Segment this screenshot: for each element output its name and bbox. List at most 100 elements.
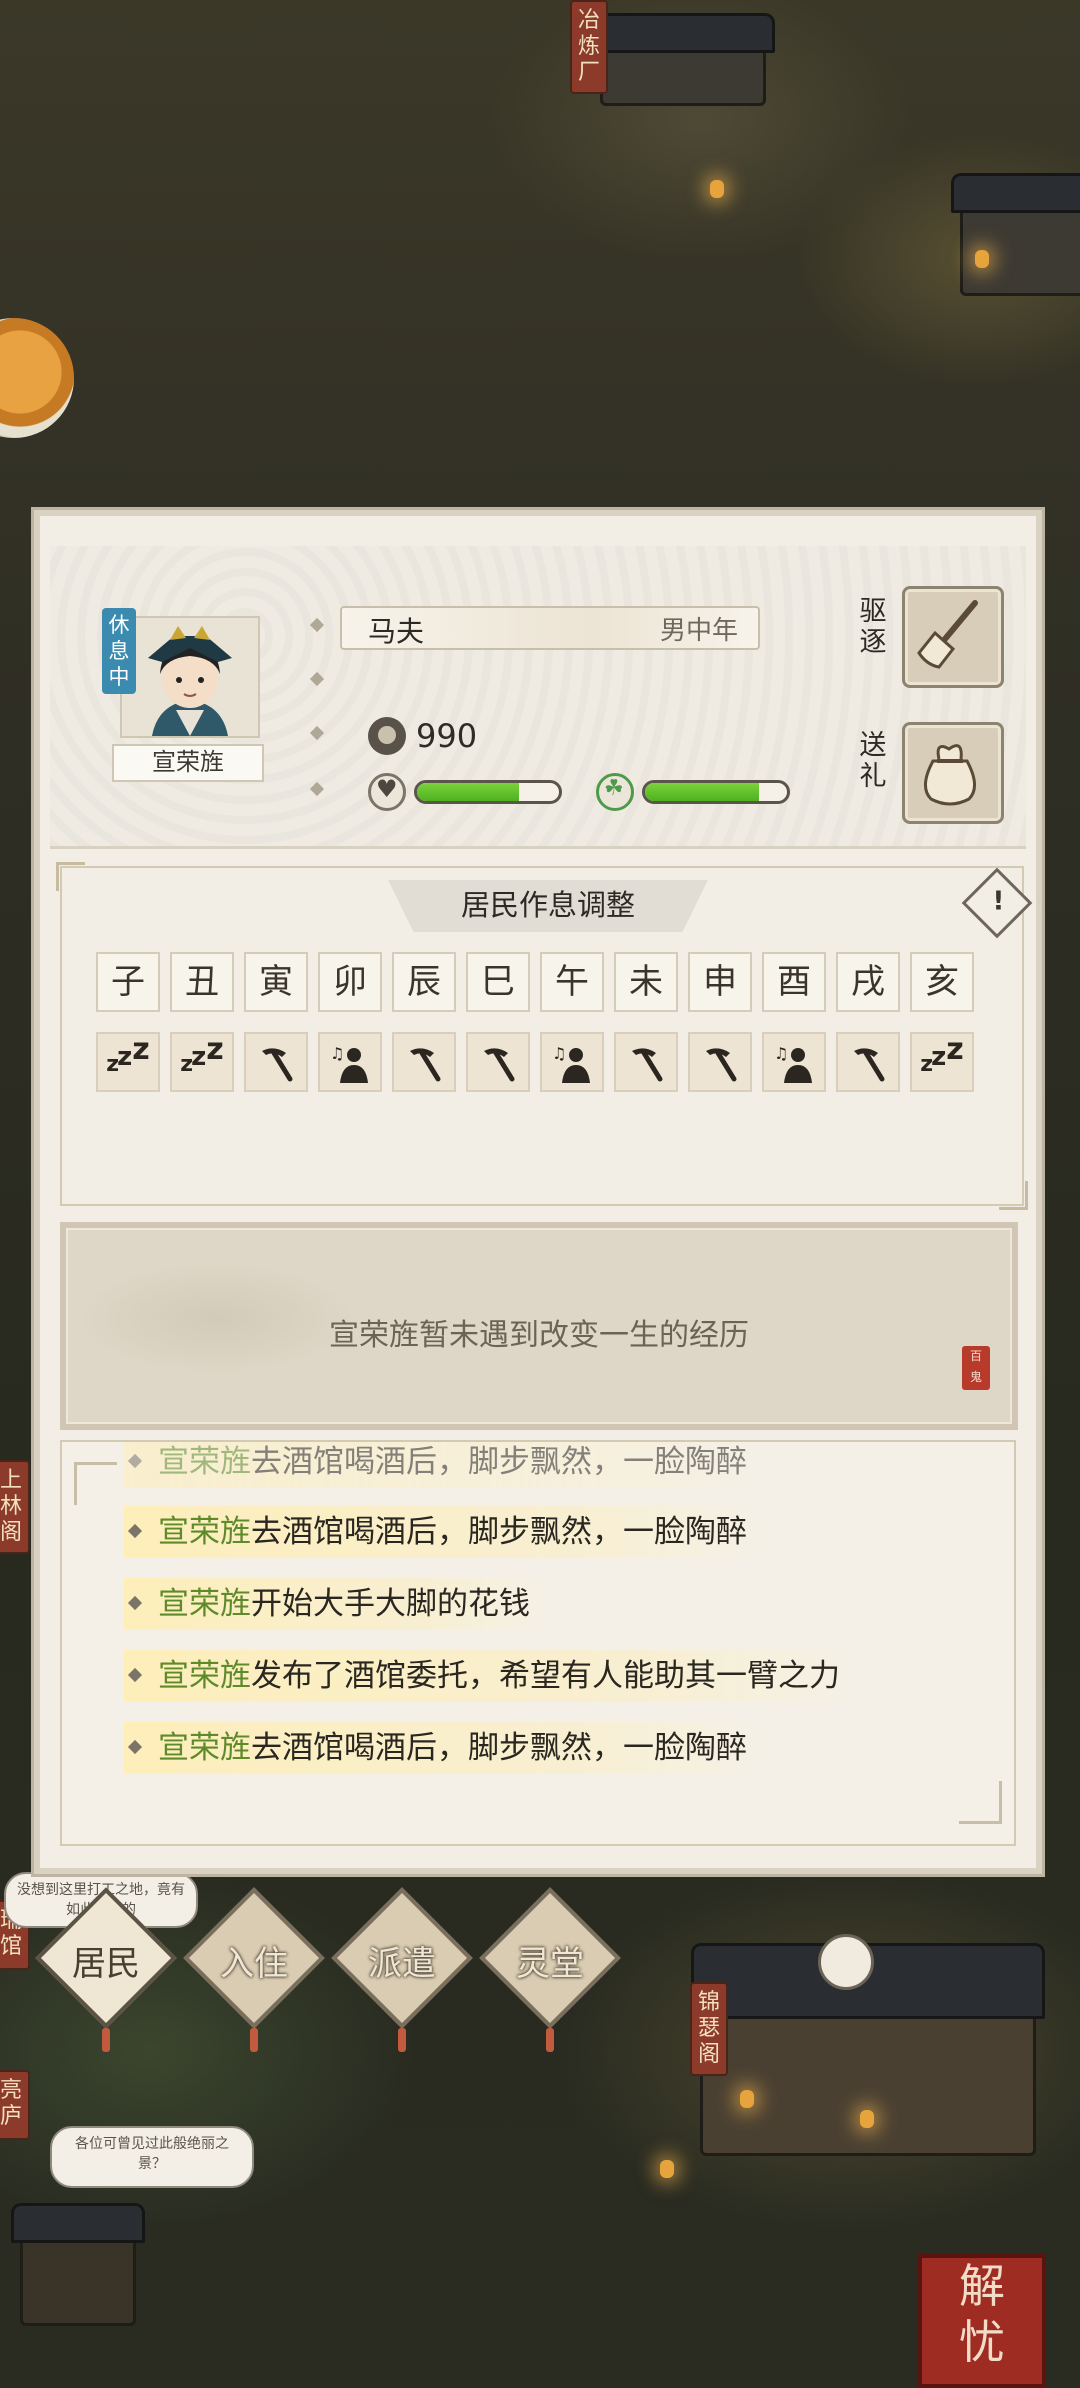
log-entry-name: 宣荣旌: [158, 1730, 251, 1766]
pavilion-building[interactable]: [11, 2203, 145, 2326]
corner-ornament: [959, 1781, 1002, 1824]
schedule-section: 居民作息调整 ! 子丑寅卯辰巳午未申酉戌亥 zzz zzz ♫ ♫ ♫ zzz: [56, 862, 1033, 1210]
work-icon[interactable]: [244, 1032, 308, 1092]
resident-panel: 休息中 宣荣旌 马夫 男中年 990 ♥ ☘ 驱 逐 送 礼 居民作息调整 ! …: [34, 510, 1042, 1874]
lantern-icon: [710, 180, 724, 198]
job-field: 马夫 男中年: [340, 606, 760, 650]
log-entry-text: 去酒馆喝酒后，脚步飘然，一脸陶醉: [251, 1514, 747, 1550]
log-entry-text: 发布了酒馆委托，希望有人能助其一臂之力: [251, 1658, 840, 1694]
work-icon[interactable]: [614, 1032, 678, 1092]
sleep-icon[interactable]: zzz: [910, 1032, 974, 1092]
job-name: 马夫: [368, 615, 425, 648]
gold-row: 990: [368, 716, 477, 756]
mood-bar-fill: [417, 783, 520, 801]
leisure-icon[interactable]: ♫: [762, 1032, 826, 1092]
warning-glyph: !: [992, 886, 1005, 917]
log-entry: 宣荣旌去酒馆喝酒后，脚步飘然，一脸陶醉: [124, 1442, 767, 1488]
tab-label[interactable]: 入住: [184, 1936, 324, 1985]
tab-label[interactable]: 派遣: [332, 1936, 472, 1985]
hour-cell: 辰: [392, 952, 456, 1012]
bullet-icon: [309, 671, 325, 687]
hour-cell: 申: [688, 952, 752, 1012]
smelter-building[interactable]: [591, 13, 775, 106]
sign-shanglin: 上林阁: [0, 1460, 30, 1554]
jieyou-button[interactable]: 解忧: [918, 2254, 1046, 2388]
leisure-icon[interactable]: ♫: [540, 1032, 604, 1092]
leisure-icon[interactable]: ♫: [318, 1032, 382, 1092]
status-badge: 休息中: [102, 608, 136, 694]
log-entry-name: 宣荣旌: [158, 1586, 251, 1622]
work-icon[interactable]: [392, 1032, 456, 1092]
seal-stamp: 百鬼: [962, 1346, 990, 1390]
expel-label: 驱逐: [859, 596, 887, 658]
schedule-title: 居民作息调整: [388, 880, 708, 932]
bullet-icon: [309, 781, 325, 797]
hour-cell: 酉: [762, 952, 826, 1012]
log-entry: 宣荣旌发布了酒馆委托，希望有人能助其一臂之力: [124, 1650, 860, 1702]
broom-icon: [917, 600, 978, 669]
jinse-pavilion[interactable]: [691, 1943, 1045, 2156]
tassel-icon: [250, 2028, 258, 2052]
profile-section: 休息中 宣荣旌 马夫 男中年 990 ♥ ☘ 驱 逐 送 礼: [50, 546, 1026, 849]
bullet-icon: [309, 617, 325, 633]
tab-label[interactable]: 灵堂: [480, 1936, 620, 1985]
hour-cell: 子: [96, 952, 160, 1012]
tab-label[interactable]: 居民: [36, 1936, 176, 1985]
resident-name: 宣荣旌: [112, 744, 264, 782]
work-icon[interactable]: [466, 1032, 530, 1092]
svg-text:♫: ♫: [552, 1044, 566, 1063]
npc-speech-bubble: 各位可曾见过此般绝丽之景？: [50, 2126, 254, 2188]
log-entry: 宣荣旌去酒馆喝酒后，脚步飘然，一脸陶醉: [124, 1506, 767, 1558]
hour-cell: 未: [614, 952, 678, 1012]
health-bar-fill: [645, 783, 759, 801]
hour-cell: 卯: [318, 952, 382, 1012]
hour-cell: 丑: [170, 952, 234, 1012]
hour-cell: 巳: [466, 952, 530, 1012]
expel-button[interactable]: [902, 586, 1004, 688]
avatar[interactable]: [120, 616, 260, 738]
life-event-banner: 宣荣旌暂未遇到改变一生的经历 百鬼: [60, 1222, 1018, 1430]
hour-cell: 午: [540, 952, 604, 1012]
log-entry-name: 宣荣旌: [158, 1444, 251, 1480]
log-entry: 宣荣旌开始大手大脚的花钱: [124, 1578, 550, 1630]
bullet-icon: [309, 725, 325, 741]
warning-icon[interactable]: !: [961, 867, 1033, 939]
svg-text:♫: ♫: [330, 1044, 344, 1063]
lantern-icon: [660, 2160, 674, 2178]
lantern-icon: [975, 250, 989, 268]
life-event-text: 宣荣旌暂未遇到改变一生的经历: [329, 1318, 749, 1353]
sign-smelter: 冶炼厂: [570, 0, 608, 94]
sign-jinse: 锦瑟阁: [690, 1982, 728, 2076]
tassel-icon: [398, 2028, 406, 2052]
hour-cell: 戌: [836, 952, 900, 1012]
svg-text:♫: ♫: [774, 1044, 788, 1063]
lantern-icon: [860, 2110, 874, 2128]
sleep-icon[interactable]: zzz: [96, 1032, 160, 1092]
house-building[interactable]: [951, 173, 1080, 296]
log-entry-name: 宣荣旌: [158, 1658, 251, 1694]
work-icon[interactable]: [688, 1032, 752, 1092]
money-bag-icon: [368, 717, 406, 755]
tassel-icon: [546, 2028, 554, 2052]
log-entry-text: 去酒馆喝酒后，脚步飘然，一脸陶醉: [251, 1730, 747, 1766]
heart-icon: [368, 773, 406, 811]
hour-cell: 寅: [244, 952, 308, 1012]
log-entry-text: 去酒馆喝酒后，脚步飘然，一脸陶醉: [251, 1444, 747, 1480]
sleep-icon[interactable]: zzz: [170, 1032, 234, 1092]
gender-age: 男中年: [659, 616, 738, 646]
coin-button[interactable]: [0, 318, 74, 438]
activity-row: zzz zzz ♫ ♫ ♫ zzz: [96, 1032, 974, 1092]
work-icon[interactable]: [836, 1032, 900, 1092]
lantern-icon: [740, 2090, 754, 2108]
hour-row: 子丑寅卯辰巳午未申酉戌亥: [96, 952, 974, 1012]
event-log[interactable]: 宣荣旌去酒馆喝酒后，脚步飘然，一脸陶醉 宣荣旌去酒馆喝酒后，脚步飘然，一脸陶醉 宣荣…: [60, 1440, 1016, 1846]
log-entry-name: 宣荣旌: [158, 1514, 251, 1550]
gift-button[interactable]: [902, 722, 1004, 824]
gift-bag-icon: [924, 744, 976, 806]
leaf-icon: [596, 773, 634, 811]
coin-bubble-icon[interactable]: [818, 1934, 874, 1990]
mood-bar: [368, 773, 562, 811]
log-entry-text: 开始大手大脚的花钱: [251, 1586, 530, 1622]
gift-label: 送礼: [859, 730, 887, 792]
log-entry: 宣荣旌去酒馆喝酒后，脚步飘然，一脸陶醉: [124, 1722, 767, 1774]
